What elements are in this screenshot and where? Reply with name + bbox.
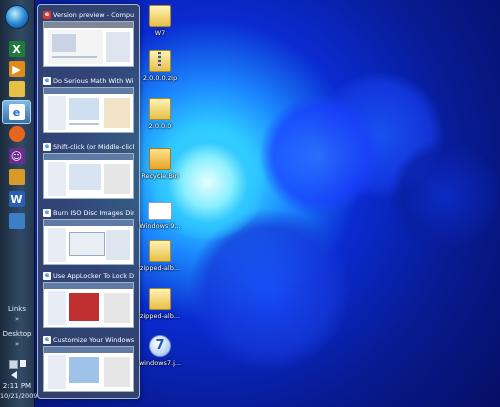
desktop-icon-label: zipped-alb...	[139, 264, 181, 272]
desktop-icon-zipped-album-1[interactable]: zipped-alb...	[138, 240, 182, 272]
volume-icon[interactable]	[11, 371, 17, 379]
preview-title: e Use AppLocker To Lock Do...	[43, 270, 134, 281]
taskbar-media-player-button[interactable]: ▶	[3, 58, 30, 80]
desktop-icon-label: zipped-alb...	[139, 312, 181, 320]
taskbar-firefox-button[interactable]	[3, 123, 30, 145]
clock-date[interactable]: 10/21/2009	[0, 392, 37, 401]
preview-thumbnail-1[interactable]: e Version preview - Computer...	[43, 9, 134, 67]
preview-image	[43, 21, 134, 67]
desktop-icon-label: Windows 9...	[139, 222, 181, 230]
desktop-icon-w7[interactable]: W7	[138, 5, 182, 37]
desktop-icon-folder-2000[interactable]: 2.0.0.0	[138, 98, 182, 130]
links-toolbar-label[interactable]: Links	[0, 305, 34, 314]
flag-icon[interactable]	[20, 360, 26, 367]
preview-title: e Do Serious Math With Wind...	[43, 75, 134, 86]
preview-title-text: Do Serious Math With Wind...	[53, 76, 134, 85]
folder-icon	[8, 81, 25, 97]
preview-image	[43, 282, 134, 328]
taskbar-messenger-button[interactable]: ☺	[3, 145, 30, 167]
folder-icon	[149, 98, 171, 120]
word-icon: W	[8, 191, 25, 207]
desktop-icon-label: 2.0.0.0.zip	[142, 74, 178, 82]
preview-title: e Customize Your Windows 7 ...	[43, 334, 134, 345]
preview-image	[43, 346, 134, 392]
application-icon	[8, 213, 25, 229]
preview-title-text: Shift-click (or Middle-click)...	[53, 142, 134, 151]
preview-image	[43, 153, 134, 199]
taskbar-app-button[interactable]	[3, 210, 30, 232]
preview-title-text: Burn ISO Disc Images Direct...	[53, 208, 134, 217]
preview-thumbnail-3[interactable]: e Shift-click (or Middle-click)...	[43, 141, 134, 199]
preview-thumbnail-6[interactable]: e Customize Your Windows 7 ...	[43, 334, 134, 392]
ie-icon: e	[43, 208, 51, 217]
desktop-icon-label: windows7.j...	[138, 359, 182, 367]
media-player-icon: ▶	[8, 61, 25, 77]
notes-icon	[8, 169, 25, 185]
preview-image	[43, 87, 134, 133]
internet-explorer-icon: e	[8, 104, 25, 120]
action-center-icon[interactable]	[9, 360, 18, 369]
taskbar-excel-button[interactable]: X	[3, 38, 30, 60]
firefox-icon	[8, 126, 25, 142]
preview-title: e Shift-click (or Middle-click)...	[43, 141, 134, 152]
windows7-image-icon: 7	[149, 335, 171, 357]
excel-icon: X	[8, 41, 25, 57]
desktop-icon-label: W7	[154, 29, 166, 37]
ie-icon: e	[43, 142, 51, 151]
desktop-icon-windows-shortcut[interactable]: Windows 9...	[138, 202, 182, 230]
preview-title-text: Customize Your Windows 7 ...	[53, 335, 134, 344]
desktop-chevron-icon[interactable]: »	[0, 340, 34, 348]
preview-image	[43, 219, 134, 265]
desktop-toolbar-label[interactable]: Desktop	[0, 330, 34, 339]
desktop-icon-label: Recycle Bin	[141, 172, 179, 180]
messenger-icon: ☺	[8, 148, 25, 164]
taskbar-word-button[interactable]: W	[3, 188, 30, 210]
taskbar-explorer-button[interactable]	[3, 78, 30, 100]
bokeh-light	[390, 140, 500, 250]
shortcut-icon	[148, 202, 172, 220]
preview-thumbnail-5[interactable]: e Use AppLocker To Lock Do...	[43, 270, 134, 328]
ie-icon: e	[43, 335, 51, 344]
taskbar-thumbnail-panel: e Version preview - Computer... e Do Ser…	[37, 4, 140, 399]
preview-title-text: Version preview - Computer...	[53, 10, 134, 19]
taskbar: X ▶ e ☺ W Links » Desktop » 2:11 PM 10/2…	[0, 0, 37, 407]
desktop-icon-zipped-album-2[interactable]: zipped-alb...	[138, 288, 182, 320]
recycle-bin-icon	[149, 148, 171, 170]
bokeh-light	[260, 95, 380, 215]
taskbar-notes-button[interactable]	[3, 166, 30, 188]
preview-thumbnail-2[interactable]: e Do Serious Math With Wind...	[43, 75, 134, 133]
site-icon: e	[43, 10, 51, 19]
zip-folder-icon	[149, 50, 171, 72]
ie-icon: e	[43, 76, 51, 85]
preview-thumbnail-4[interactable]: e Burn ISO Disc Images Direct...	[43, 207, 134, 265]
folder-icon	[149, 5, 171, 27]
desktop-icon-label: 2.0.0.0	[148, 122, 172, 130]
desktop-icon-windows7-image[interactable]: 7 windows7.j...	[138, 335, 182, 367]
folder-icon	[149, 240, 171, 262]
start-button[interactable]	[5, 5, 29, 29]
clock-time[interactable]: 2:11 PM	[0, 382, 34, 391]
preview-title: e Burn ISO Disc Images Direct...	[43, 207, 134, 218]
desktop-icon-recycle-bin[interactable]: Recycle Bin	[138, 148, 182, 180]
links-chevron-icon[interactable]: »	[0, 315, 34, 323]
preview-title-text: Use AppLocker To Lock Do...	[53, 271, 134, 280]
preview-title: e Version preview - Computer...	[43, 9, 134, 20]
desktop-icon-zip[interactable]: 2.0.0.0.zip	[138, 50, 182, 82]
ie-icon: e	[43, 271, 51, 280]
folder-icon	[149, 288, 171, 310]
taskbar-ie-button[interactable]: e	[2, 100, 31, 124]
